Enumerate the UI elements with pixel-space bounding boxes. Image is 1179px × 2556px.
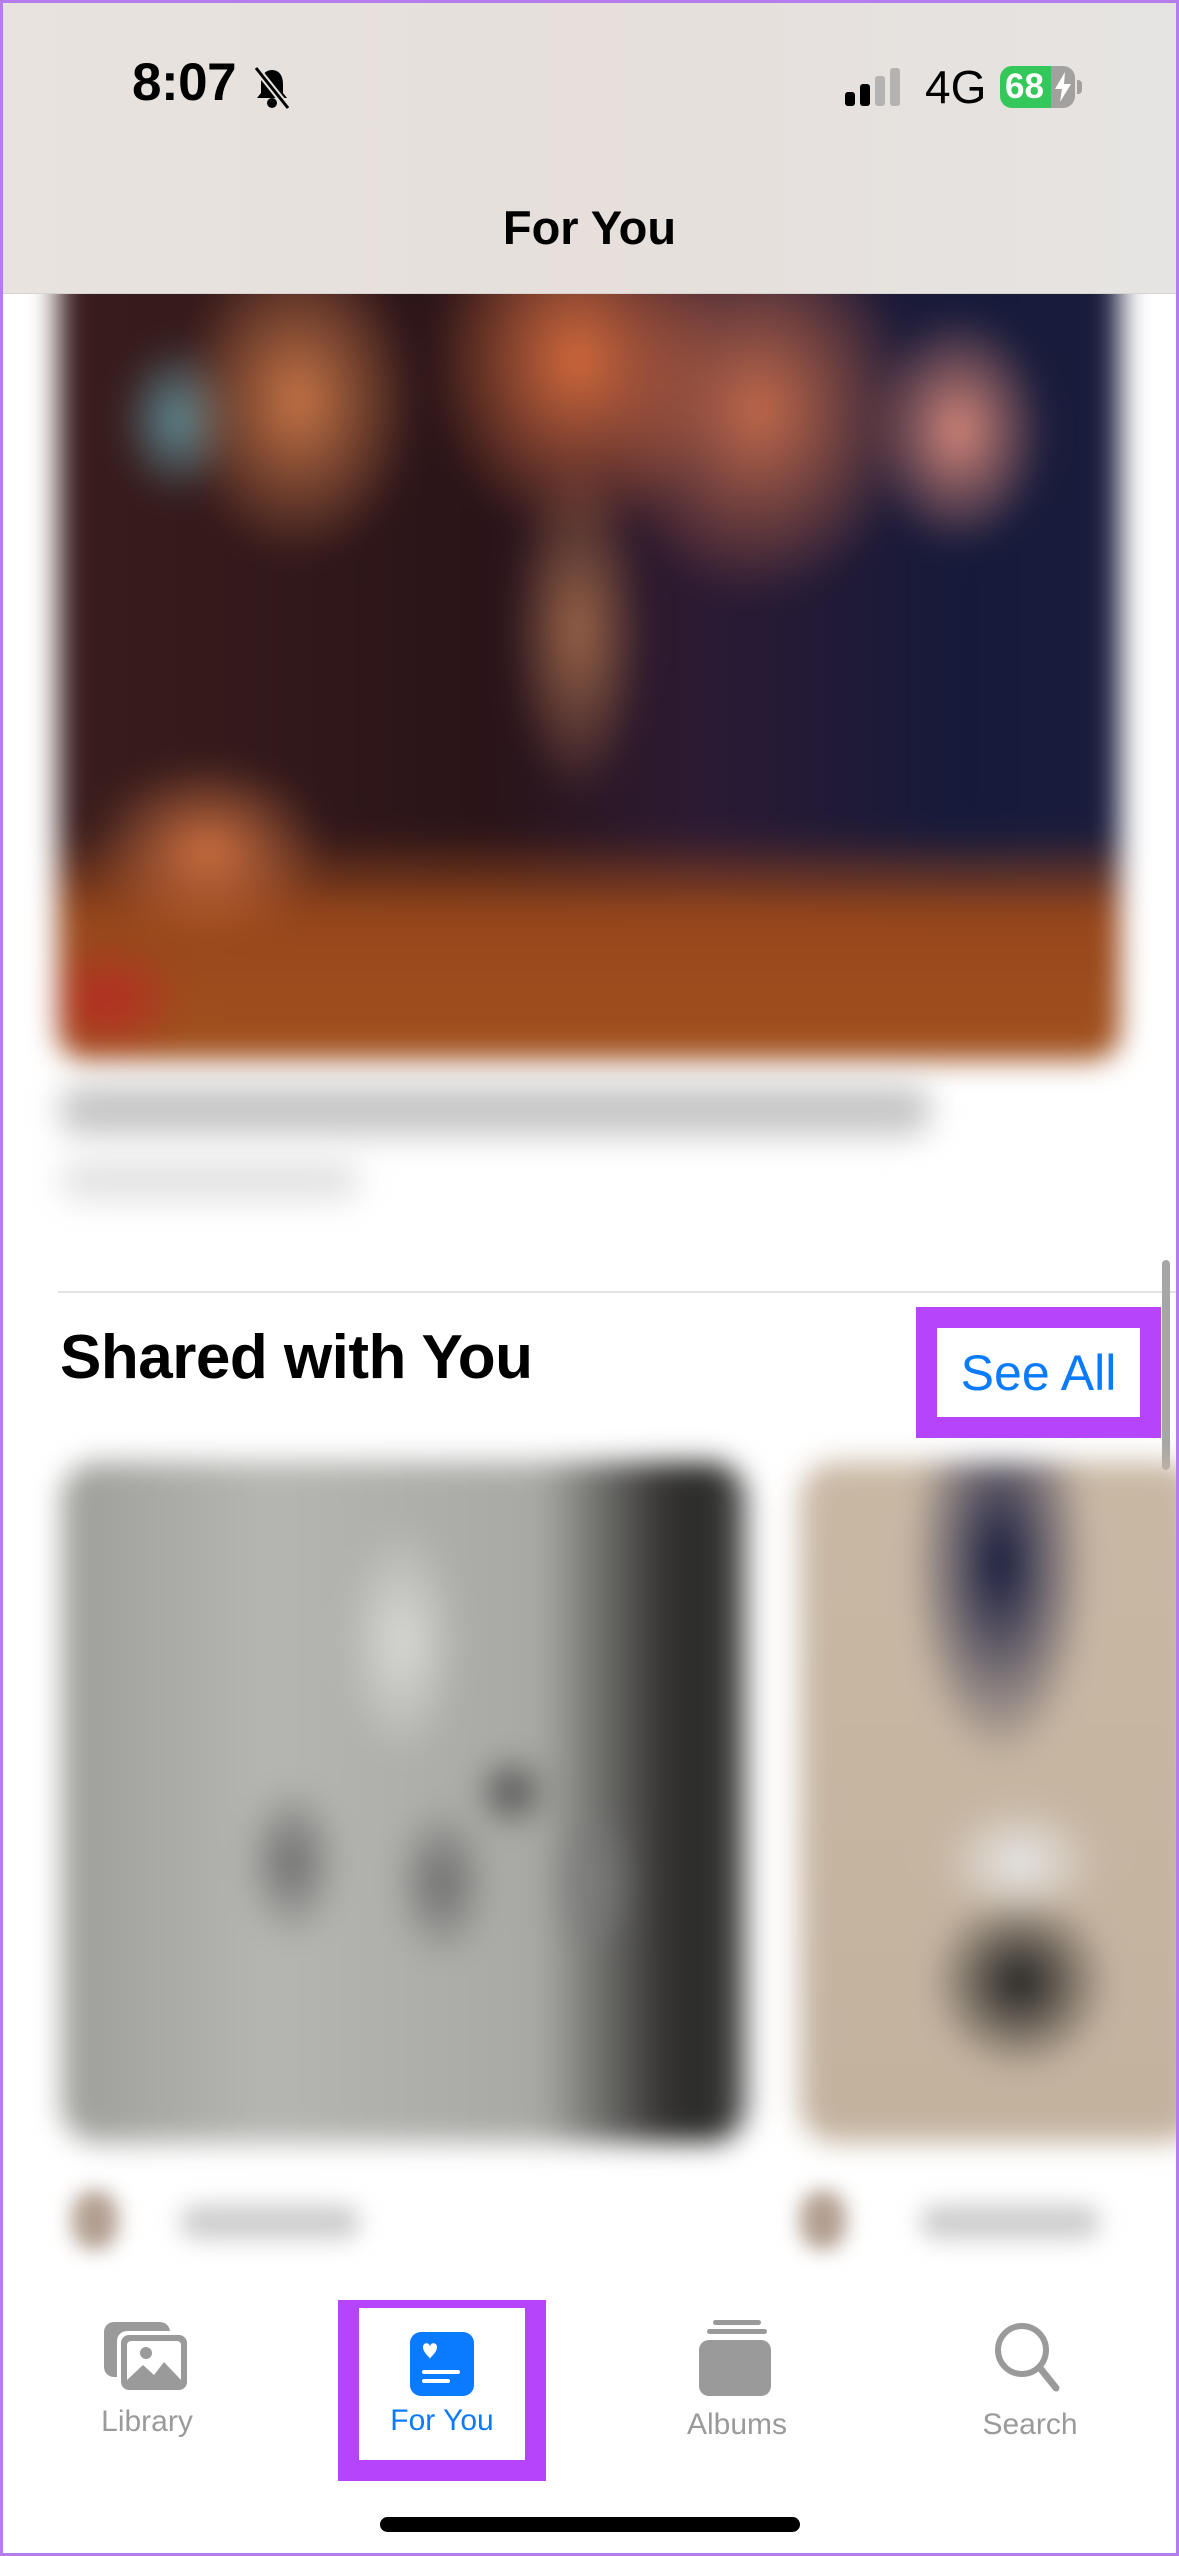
memory-title-blurred xyxy=(60,1085,930,1135)
albums-stack-icon xyxy=(699,2320,771,2396)
shared-photo-2[interactable] xyxy=(800,1462,1179,2142)
cellular-signal-icon xyxy=(845,68,900,106)
tab-search[interactable]: Search xyxy=(930,2320,1130,2460)
tab-label: Search xyxy=(982,2408,1078,2441)
bell-slash-icon xyxy=(253,66,291,110)
tab-library[interactable]: Library xyxy=(47,2320,247,2460)
photo-stack-icon xyxy=(104,2322,190,2393)
sender-avatar xyxy=(72,2190,118,2250)
tab-label: Albums xyxy=(686,2408,788,2441)
scroll-indicator[interactable] xyxy=(1162,1260,1170,1470)
sender-name-blurred xyxy=(920,2205,1100,2239)
battery-cap xyxy=(1077,80,1082,94)
scroll-content[interactable]: Shared with You See All xyxy=(0,0,1179,2556)
for-you-card-icon xyxy=(410,2332,474,2396)
tab-label: For You xyxy=(390,2404,494,2437)
tab-bar: Library For You Albums Search xyxy=(0,2270,1179,2556)
memory-photo-card[interactable] xyxy=(58,250,1120,1060)
status-time: 8:07 xyxy=(132,53,237,112)
navigation-header: 8:07 4G 68 For You xyxy=(0,0,1179,294)
shared-with-you-heading: Shared with You xyxy=(60,1323,533,1392)
page-title: For You xyxy=(502,201,677,254)
sender-avatar xyxy=(800,2190,846,2250)
sender-name-blurred xyxy=(180,2205,360,2239)
tab-albums[interactable]: Albums xyxy=(637,2320,837,2460)
battery-level: 68 xyxy=(1005,67,1044,106)
see-all-button[interactable]: See All xyxy=(937,1328,1140,1417)
section-divider xyxy=(58,1291,1179,1293)
shared-photo-1[interactable] xyxy=(62,1462,747,2142)
tab-label: Library xyxy=(101,2405,193,2438)
magnifier-icon xyxy=(995,2323,1060,2392)
network-type: 4G xyxy=(925,61,987,113)
charging-bolt-icon xyxy=(1055,72,1071,102)
home-indicator[interactable] xyxy=(380,2517,800,2532)
battery-indicator: 68 xyxy=(1000,66,1075,108)
memory-subtitle-blurred xyxy=(60,1160,360,1200)
tab-for-you[interactable]: For You xyxy=(359,2308,525,2460)
